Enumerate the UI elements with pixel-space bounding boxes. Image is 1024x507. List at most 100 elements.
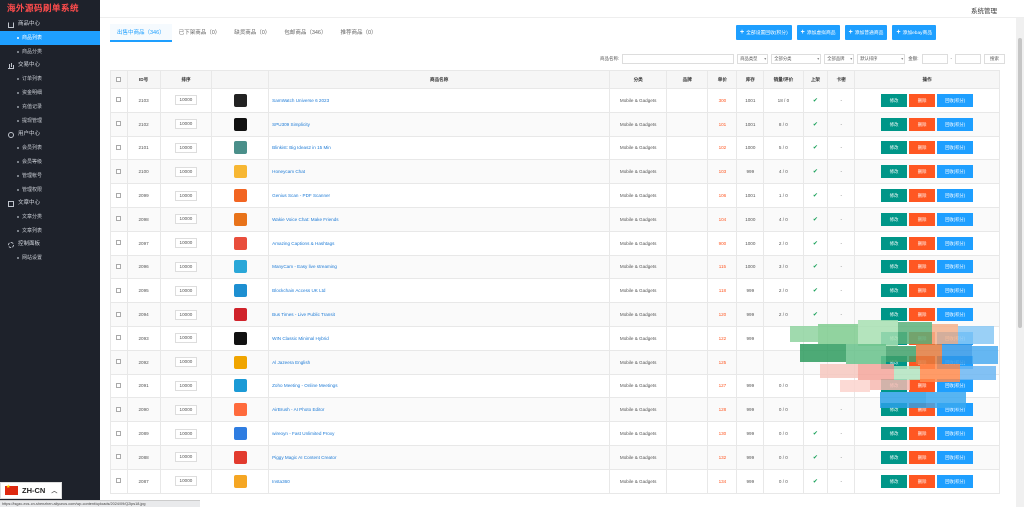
vertical-scrollbar[interactable] [1016, 18, 1024, 507]
product-thumbnail[interactable] [233, 189, 247, 203]
sidebar-item[interactable]: 会员等级 [0, 155, 100, 169]
sort-input[interactable]: 10000 [174, 214, 197, 225]
sort-input[interactable]: 10000 [174, 261, 197, 272]
recycle-button[interactable]: 回收(积分) [937, 165, 974, 179]
edit-button[interactable]: 修改 [881, 284, 908, 298]
product-name[interactable]: SamWatch Universe 6 2023 [268, 88, 611, 113]
product-thumbnail[interactable] [233, 236, 247, 250]
sort-input[interactable]: 10000 [174, 357, 197, 368]
sidebar-item[interactable]: 充值记录 [0, 100, 100, 114]
add-product-button[interactable]: + 全部设置回收(积分) [736, 25, 792, 40]
recycle-button[interactable]: 回收(积分) [937, 117, 974, 131]
recycle-button[interactable]: 回收(积分) [937, 331, 974, 345]
sort-input[interactable]: 10000 [174, 452, 197, 463]
edit-button[interactable]: 修改 [881, 379, 908, 393]
recycle-button[interactable]: 回收(积分) [937, 427, 974, 441]
product-name[interactable]: Honeycam Chat [268, 159, 611, 185]
product-name[interactable]: ManyCam - Easy live streaming [268, 254, 611, 280]
sort-input[interactable]: 10000 [174, 238, 197, 249]
row-checkbox[interactable] [116, 121, 122, 127]
product-name[interactable]: Al Jazeera English [268, 349, 611, 375]
sidebar-item[interactable]: 提现管理 [0, 114, 100, 128]
row-checkbox[interactable] [116, 216, 122, 222]
product-name[interactable]: Blockchain Access UK Ltd [268, 278, 611, 304]
edit-button[interactable]: 修改 [881, 450, 908, 464]
delete-button[interactable]: 删除 [909, 331, 936, 345]
recycle-button[interactable]: 回收(积分) [937, 189, 974, 203]
sort-input[interactable]: 10000 [174, 333, 197, 344]
row-checkbox[interactable] [116, 168, 122, 174]
row-checkbox[interactable] [116, 359, 122, 365]
edit-button[interactable]: 修改 [881, 189, 908, 203]
product-name[interactable]: Zoho Meeting - Online Meetings [268, 373, 611, 399]
product-thumbnail[interactable] [233, 165, 247, 179]
sidebar-item[interactable]: 资金明细 [0, 86, 100, 100]
sort-input[interactable]: 10000 [174, 309, 197, 320]
recycle-button[interactable]: 回收(积分) [937, 308, 974, 322]
edit-button[interactable]: 修改 [881, 427, 908, 441]
row-checkbox[interactable] [116, 430, 122, 436]
sidebar-item[interactable]: 文章列表 [0, 224, 100, 238]
add-product-button[interactable]: + 添加虚拟商品 [796, 25, 840, 40]
sidebar-group[interactable]: 用户中心 [0, 128, 100, 141]
recycle-button[interactable]: 回收(积分) [937, 141, 974, 155]
system-admin-link[interactable]: 系统管理 [971, 5, 997, 15]
sidebar-group[interactable]: 控制面板 [0, 238, 100, 251]
product-name[interactable]: Wakie Voice Chat: Make Friends [268, 206, 611, 232]
product-thumbnail[interactable] [233, 403, 247, 417]
sort-input[interactable]: 10000 [174, 190, 197, 201]
sidebar-group[interactable]: 商品中心 [0, 18, 100, 31]
row-checkbox[interactable] [116, 97, 122, 103]
row-checkbox[interactable] [116, 287, 122, 293]
sort-select[interactable]: 默认排序 [857, 53, 906, 64]
product-thumbnail[interactable] [233, 212, 247, 226]
type-select[interactable]: 商品类型 [737, 53, 769, 64]
sort-input[interactable]: 10000 [174, 476, 197, 487]
product-thumbnail[interactable] [233, 93, 247, 107]
name-filter-input[interactable] [622, 53, 735, 64]
product-name[interactable]: Amazing Captions & Hashtags [268, 230, 611, 256]
recycle-button[interactable]: 回收(积分) [937, 212, 974, 226]
edit-button[interactable]: 修改 [881, 236, 908, 250]
edit-button[interactable]: 修改 [881, 117, 908, 131]
tab-item[interactable]: 推荐商品（0） [334, 24, 384, 42]
sidebar-item[interactable]: 网站设置 [0, 251, 100, 265]
product-name[interactable]: WIN Classic Minimal Hybrid [268, 325, 611, 351]
edit-button[interactable]: 修改 [881, 212, 908, 226]
recycle-button[interactable]: 回收(积分) [937, 379, 974, 393]
sort-input[interactable]: 10000 [174, 119, 197, 130]
sidebar-item[interactable]: 文章分类 [0, 210, 100, 224]
delete-button[interactable]: 删除 [909, 212, 936, 226]
sidebar-item[interactable]: 商品列表 [0, 31, 100, 45]
row-checkbox[interactable] [116, 240, 122, 246]
product-name[interactable]: wireoyn - Fast Unlimited Proxy [268, 421, 611, 446]
product-thumbnail[interactable] [233, 331, 247, 345]
recycle-button[interactable]: 回收(积分) [937, 260, 974, 274]
recycle-button[interactable]: 回收(积分) [937, 474, 974, 488]
select-all-header[interactable] [110, 70, 128, 89]
sort-input[interactable]: 10000 [174, 142, 197, 153]
edit-button[interactable]: 修改 [881, 308, 908, 322]
delete-button[interactable]: 删除 [909, 260, 936, 274]
recycle-button[interactable]: 回收(积分) [937, 236, 974, 250]
product-name[interactable]: Bus Times - Live Public Transit [268, 302, 611, 327]
recycle-button[interactable]: 回收(积分) [937, 355, 974, 369]
product-thumbnail[interactable] [233, 284, 247, 298]
select-all-checkbox[interactable] [116, 76, 122, 82]
add-product-button[interactable]: + 添加ebay商品 [892, 25, 937, 40]
row-checkbox[interactable] [116, 335, 122, 341]
tab-item[interactable]: 缺货商品（0） [227, 24, 277, 42]
delete-button[interactable]: 删除 [909, 141, 936, 155]
add-product-button[interactable]: + 添加普通商品 [844, 25, 888, 40]
delete-button[interactable]: 删除 [909, 189, 936, 203]
product-name[interactable]: SPU309 Simplicity [268, 111, 611, 137]
delete-button[interactable]: 删除 [909, 355, 936, 369]
sort-input[interactable]: 10000 [174, 428, 197, 439]
edit-button[interactable]: 修改 [881, 474, 908, 488]
scrollbar-thumb[interactable] [1018, 38, 1022, 328]
row-checkbox[interactable] [116, 311, 122, 317]
sort-input[interactable]: 10000 [174, 95, 197, 106]
product-thumbnail[interactable] [233, 474, 247, 488]
row-checkbox[interactable] [116, 263, 122, 269]
recycle-button[interactable]: 回收(积分) [937, 403, 974, 417]
